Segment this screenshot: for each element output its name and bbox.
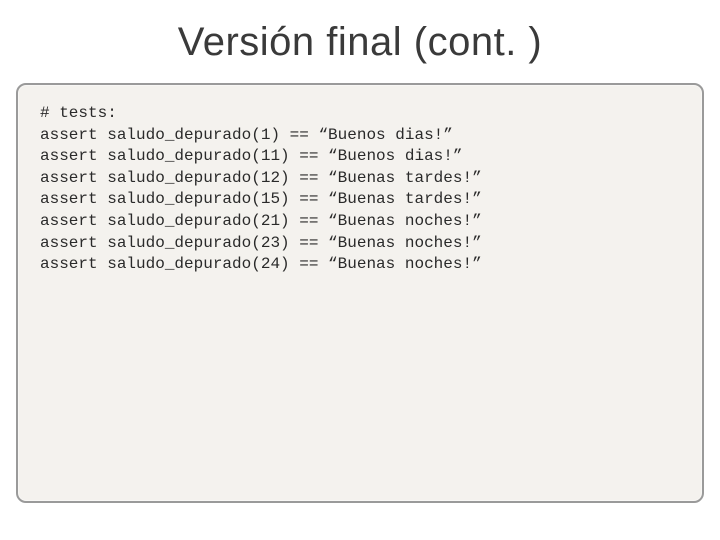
code-block: # tests: assert saludo_depurado(1) == “B… <box>40 103 680 276</box>
code-line: assert saludo_depurado(15) == “Buenas ta… <box>40 190 482 208</box>
slide: Versión final (cont. ) # tests: assert s… <box>0 0 720 540</box>
code-line: assert saludo_depurado(21) == “Buenas no… <box>40 212 482 230</box>
code-line: assert saludo_depurado(23) == “Buenas no… <box>40 234 482 252</box>
code-line: assert saludo_depurado(1) == “Buenos dia… <box>40 126 453 144</box>
code-comment: # tests: <box>40 104 117 122</box>
slide-title: Versión final (cont. ) <box>16 20 704 65</box>
code-line: assert saludo_depurado(11) == “Buenos di… <box>40 147 462 165</box>
code-line: assert saludo_depurado(24) == “Buenas no… <box>40 255 482 273</box>
code-panel: # tests: assert saludo_depurado(1) == “B… <box>16 83 704 503</box>
code-line: assert saludo_depurado(12) == “Buenas ta… <box>40 169 482 187</box>
